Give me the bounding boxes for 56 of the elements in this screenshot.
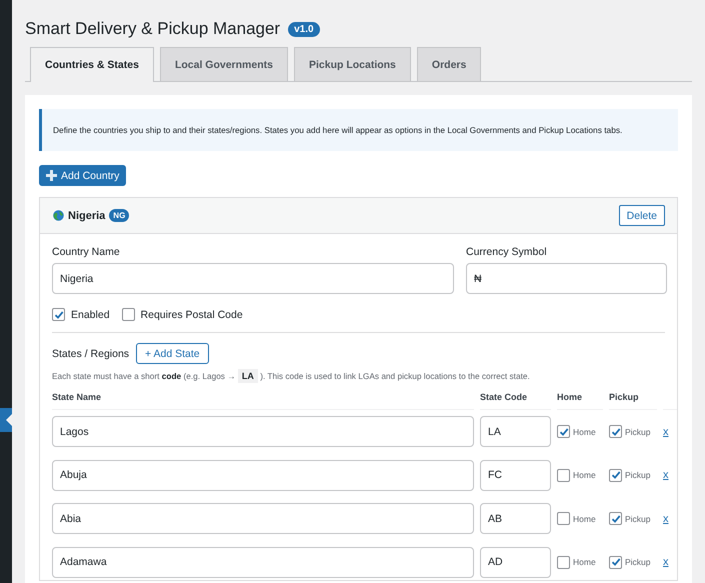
delete-button[interactable]: Delete bbox=[618, 205, 665, 226]
checkbox-label: Pickup bbox=[625, 470, 651, 480]
column-header: Pickup bbox=[609, 381, 657, 410]
checkbox[interactable] bbox=[609, 468, 622, 482]
tab[interactable]: Orders bbox=[416, 47, 482, 81]
state-name-field[interactable]: Lagos bbox=[52, 416, 474, 447]
tab[interactable]: Local Governments bbox=[160, 47, 288, 81]
checkbox-label: Home bbox=[573, 470, 596, 480]
checkbox[interactable] bbox=[122, 308, 135, 321]
globe-icon bbox=[53, 210, 64, 221]
state-name-field[interactable]: Abuja bbox=[52, 460, 474, 490]
remove-link[interactable]: x bbox=[663, 469, 668, 481]
remove-link[interactable]: x bbox=[663, 556, 668, 568]
country-code-badge: NG bbox=[109, 209, 130, 222]
remove-link[interactable]: x bbox=[663, 512, 668, 524]
checkbox-label: Pickup bbox=[625, 557, 651, 567]
checkbox-label: Home bbox=[573, 426, 596, 436]
column-header: Home bbox=[557, 381, 603, 410]
state-code-field[interactable]: AB bbox=[480, 503, 551, 534]
checkbox[interactable] bbox=[609, 556, 622, 568]
checkbox-label: Enabled bbox=[71, 308, 110, 320]
checkbox[interactable] bbox=[557, 468, 570, 482]
tab[interactable]: Countries & States bbox=[30, 47, 154, 82]
help-text: Each state must have a short code (e.g. Lagos → LA ). This code is used to link LGAs and pickup locations to the correct state. bbox=[52, 371, 531, 381]
checkbox-label: Pickup bbox=[625, 514, 651, 524]
page-title: Smart Delivery & Pickup Manager bbox=[25, 19, 280, 39]
checkbox-label: Pickup bbox=[625, 426, 651, 436]
field-label: Country Name bbox=[52, 246, 121, 258]
column-header: State Code bbox=[480, 381, 551, 410]
checkbox[interactable] bbox=[609, 425, 622, 438]
checkbox[interactable] bbox=[557, 425, 570, 438]
checkbox[interactable] bbox=[557, 512, 570, 525]
checkbox[interactable] bbox=[52, 308, 65, 321]
checkbox-label: Home bbox=[573, 557, 596, 567]
state-name-field[interactable]: Abia bbox=[52, 503, 474, 534]
column-header: State Name bbox=[52, 381, 474, 410]
state-name-field[interactable]: Adamawa bbox=[52, 546, 474, 578]
remove-link[interactable]: x bbox=[663, 426, 668, 438]
state-code-field[interactable]: AD bbox=[480, 546, 551, 578]
add-state-button[interactable]: + Add State bbox=[136, 343, 209, 364]
state-code-field[interactable]: LA bbox=[480, 416, 551, 447]
checkbox-label: Requires Postal Code bbox=[140, 308, 243, 320]
plus-icon bbox=[46, 170, 57, 181]
info-notice: Define the countries you ship to and their states/regions. States you add here will appear as options in the Local Governments and Pickup Locations tabs. bbox=[39, 109, 678, 151]
field-label: Currency Symbol bbox=[466, 246, 548, 258]
input-field[interactable]: Nigeria bbox=[52, 263, 454, 294]
add-country-button[interactable]: Add Country bbox=[39, 165, 126, 186]
checkbox[interactable] bbox=[557, 556, 570, 568]
country-name: Nigeria bbox=[68, 210, 106, 222]
input-field[interactable]: ₦ bbox=[466, 263, 667, 294]
tab[interactable]: Pickup Locations bbox=[294, 47, 411, 81]
section-label: States / Regions bbox=[52, 348, 130, 360]
state-code-field[interactable]: FC bbox=[480, 460, 551, 490]
checkbox-label: Home bbox=[573, 514, 596, 524]
version-badge: v1.0 bbox=[288, 22, 320, 36]
checkbox[interactable] bbox=[609, 512, 622, 525]
